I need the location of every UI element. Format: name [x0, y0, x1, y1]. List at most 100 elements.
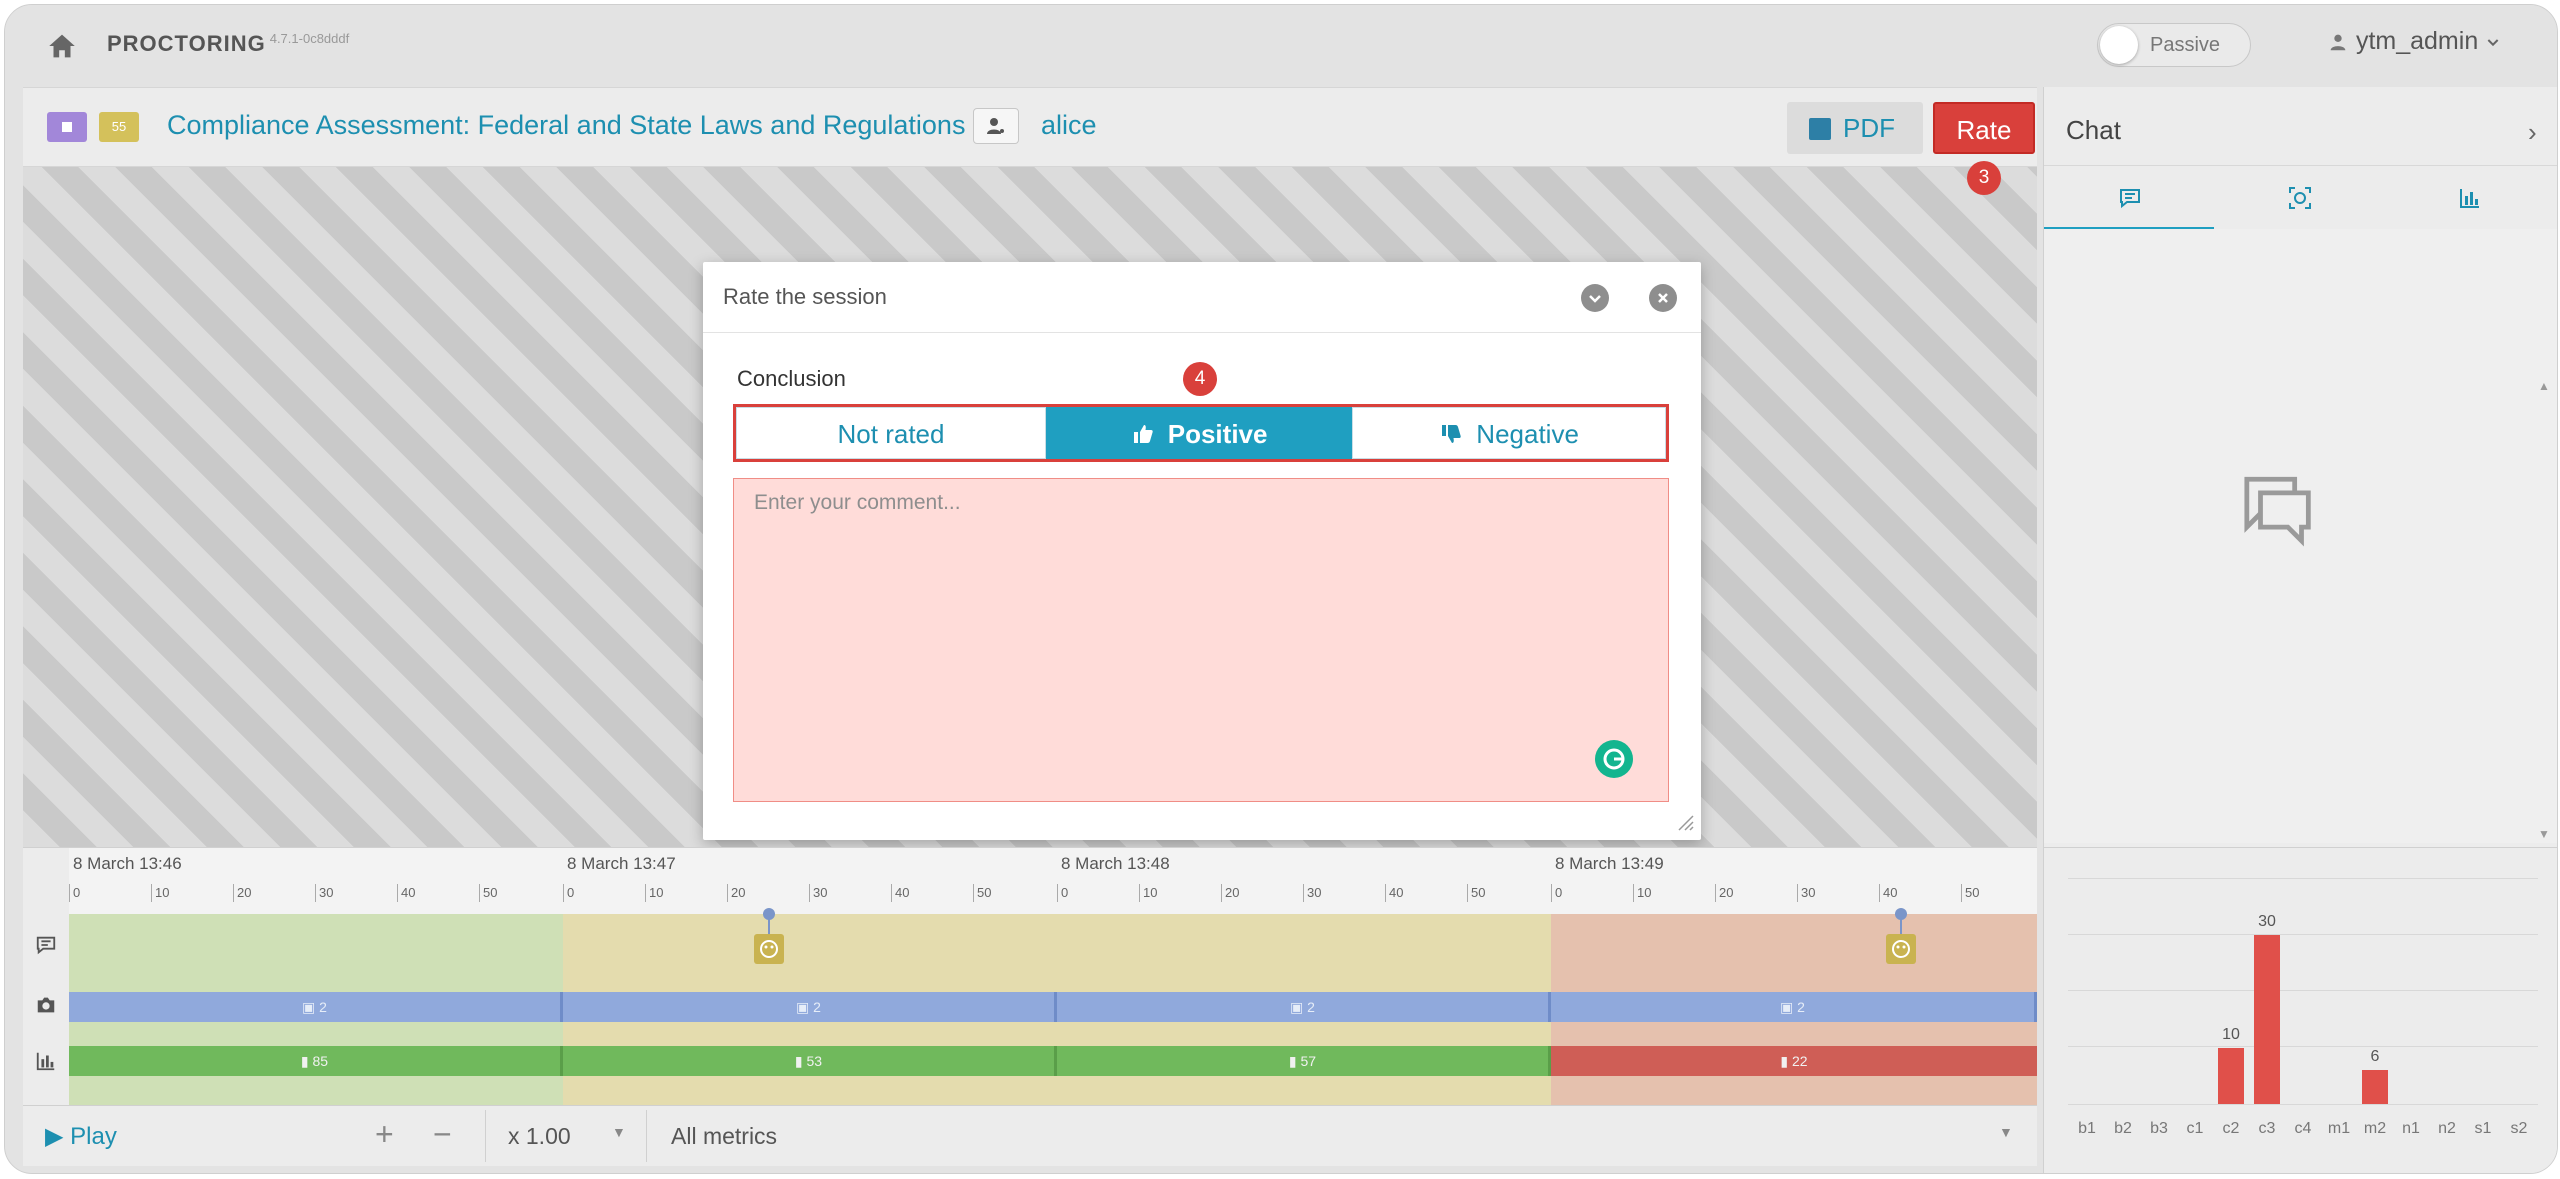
camera-bar[interactable]: ▣ 2 — [563, 992, 1057, 1022]
chart-bar[interactable] — [2254, 934, 2280, 1104]
grid-line — [2068, 878, 2538, 879]
not-rated-option[interactable]: Not rated — [736, 407, 1046, 459]
tick-label: 0 — [69, 884, 80, 902]
app-brand: PROCTORING 4.7.1-0c8dddf — [107, 31, 350, 56]
tick-label: 20 — [1221, 884, 1239, 902]
bar-chart-icon — [2460, 189, 2479, 208]
tick-label: 10 — [1633, 884, 1651, 902]
grid-line — [2068, 934, 2538, 935]
rate-session-dialog: Rate the session Conclusion Not rated Po… — [703, 262, 1701, 840]
chat-area: ▲ — [2044, 229, 2557, 843]
x-tick-label: c1 — [2186, 1120, 2204, 1137]
home-icon[interactable] — [45, 29, 79, 63]
tick-label: 20 — [727, 884, 745, 902]
x-tick-label: b1 — [2078, 1120, 2096, 1137]
exam-title[interactable]: Compliance Assessment: Federal and State… — [167, 110, 965, 141]
tick-label: 0 — [1057, 884, 1068, 902]
caret-down-icon: ▼ — [612, 1124, 626, 1140]
tick-label: 10 — [1139, 884, 1157, 902]
x-tick-label: b2 — [2114, 1120, 2132, 1137]
student-name[interactable]: alice — [1041, 110, 1097, 141]
tick-label: 50 — [1961, 884, 1979, 902]
segment-label: 8 March 13:46 — [73, 854, 182, 873]
app-version: 4.7.1-0c8dddf — [269, 31, 350, 46]
app-window: PROCTORING 4.7.1-0c8dddf Passive ytm_admi… — [4, 4, 2558, 1174]
passive-label: Passive — [2150, 34, 2221, 56]
metric-bar[interactable]: ▮ 22 — [1551, 1046, 2037, 1076]
bar-value-label: 6 — [2370, 1048, 2380, 1066]
minimize-icon[interactable] — [1581, 284, 1609, 312]
chat-empty-icon — [2244, 476, 2311, 547]
pdf-icon — [1809, 118, 1831, 140]
negative-option[interactable]: Negative — [1352, 407, 1666, 459]
tick-label: 40 — [1879, 884, 1897, 902]
x-tick-label: s1 — [2474, 1120, 2492, 1137]
user-icon — [2330, 35, 2346, 51]
tick-label: 40 — [397, 884, 415, 902]
resize-handle-icon[interactable] — [1675, 812, 1695, 832]
metric-bar[interactable]: ▮ 57 — [1057, 1046, 1551, 1076]
x-tick-label: m1 — [2327, 1120, 2351, 1137]
playback-controls: ▶ Play + − x 1.00 ▼ All metrics ▼ — [23, 1105, 2037, 1166]
tick-label: 50 — [1467, 884, 1485, 902]
play-button[interactable]: ▶ Play — [45, 1122, 117, 1151]
chart-bar[interactable] — [2362, 1070, 2388, 1104]
camera-bar[interactable]: ▣ 2 — [69, 992, 563, 1022]
grammar-assistant-icon[interactable] — [1595, 740, 1633, 778]
chart-bar[interactable] — [2218, 1047, 2244, 1104]
metrics-chart: b1 b2 b3 c1 c2 10 c3 30 c4 m1 m2 6 n1 n2 s1 s2 — [2044, 847, 2557, 1173]
scroll-down-icon[interactable]: ▼ — [2538, 827, 2550, 841]
zoom-out-button[interactable]: − — [433, 1116, 452, 1153]
score-tag: 55 — [99, 112, 139, 142]
tick-label: 50 — [973, 884, 991, 902]
x-tick-label: n1 — [2402, 1120, 2420, 1137]
status-tag — [47, 112, 87, 142]
bar-chart-icon — [36, 1052, 55, 1071]
chevron-down-icon — [2487, 39, 2499, 47]
camera-bar[interactable]: ▣ 2 — [1057, 992, 1551, 1022]
metric-bar[interactable]: ▮ 85 — [69, 1046, 563, 1076]
tick-label: 50 — [479, 884, 497, 902]
tick-label: 30 — [1303, 884, 1321, 902]
speed-select[interactable]: x 1.00 ▼ — [485, 1110, 647, 1162]
face-event-icon[interactable] — [754, 934, 784, 964]
panel-title: Chat — [2066, 115, 2121, 145]
toggle-knob — [2100, 26, 2138, 64]
bar-value-label: 10 — [2222, 1025, 2240, 1043]
tick-label: 20 — [233, 884, 251, 902]
student-icon — [973, 108, 1019, 144]
rate-button[interactable]: Rate — [1933, 102, 2035, 154]
camera-bar[interactable]: ▣ 2 — [1551, 992, 2037, 1022]
passive-toggle[interactable]: Passive — [2097, 23, 2251, 67]
x-tick-label: m2 — [2363, 1120, 2387, 1137]
tick-label: 30 — [809, 884, 827, 902]
session-header: 55 Compliance Assessment: Federal and St… — [23, 87, 2037, 167]
conclusion-selector: Not rated Positive Negative — [733, 404, 1669, 462]
tab-chat[interactable] — [2044, 166, 2214, 230]
segment-label: 8 March 13:48 — [1061, 854, 1170, 873]
metric-bar[interactable]: ▮ 53 — [563, 1046, 1057, 1076]
chevron-right-icon[interactable]: › — [2528, 117, 2537, 148]
conclusion-label: Conclusion — [737, 366, 846, 391]
segment-label: 8 March 13:47 — [567, 854, 676, 873]
zoom-in-button[interactable]: + — [375, 1116, 394, 1153]
x-tick-label: c2 — [2222, 1120, 2240, 1137]
tab-events[interactable] — [2214, 166, 2384, 230]
scroll-up-icon[interactable]: ▲ — [2538, 379, 2550, 393]
face-event-icon[interactable] — [1886, 934, 1916, 964]
timeline: 8 March 13:46 8 March 13:47 8 March 13:4… — [23, 847, 2037, 1106]
camera-icon — [37, 997, 55, 1013]
close-icon[interactable] — [1649, 284, 1677, 312]
positive-option[interactable]: Positive — [1046, 407, 1352, 459]
comment-input[interactable] — [733, 478, 1669, 802]
thumbs-down-icon — [1442, 425, 1461, 443]
side-panel: Chat › ▲ ▼ b1 b2 b3 c1 c2 10 c3 30 c4 m1 m2 6 n1 n2 s1… — [2043, 87, 2557, 1173]
chat-icon — [2120, 189, 2140, 209]
grid-line — [2068, 1046, 2538, 1047]
pdf-button[interactable]: PDF — [1787, 102, 1923, 154]
metrics-select[interactable]: All metrics ▼ — [649, 1110, 2029, 1162]
tick-label: 30 — [315, 884, 333, 902]
tab-metrics[interactable] — [2384, 166, 2554, 230]
user-menu[interactable]: ytm_admin — [2327, 27, 2501, 56]
chat-icon — [36, 936, 56, 955]
